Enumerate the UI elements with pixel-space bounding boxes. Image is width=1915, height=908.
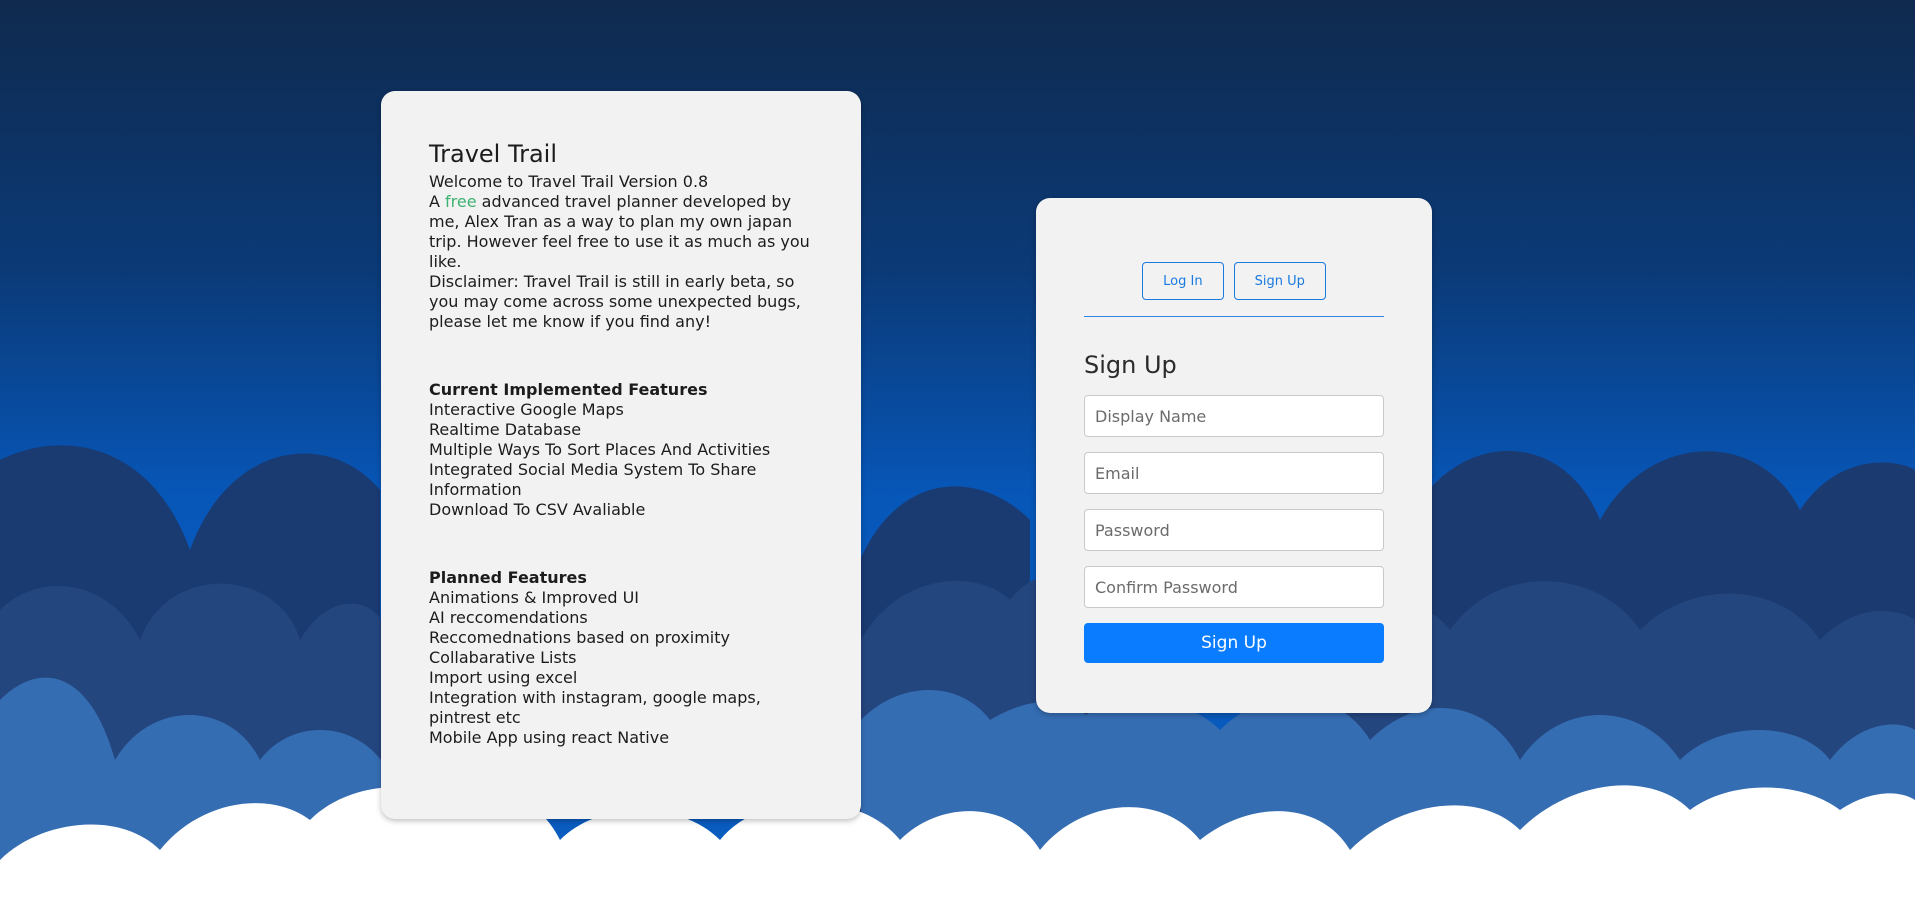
feature-item: Integrated Social Media System To Share … — [429, 460, 757, 499]
planned-features-heading: Planned Features — [429, 568, 587, 587]
info-panel: Travel Trail Welcome to Travel Trail Ver… — [381, 91, 861, 819]
app-title: Travel Trail — [429, 140, 558, 168]
confirm-password-field[interactable] — [1084, 566, 1384, 608]
planned-item: Collabarative Lists — [429, 648, 577, 667]
password-field[interactable] — [1084, 509, 1384, 551]
disclaimer-text: Disclaimer: Travel Trail is still in ear… — [429, 272, 801, 331]
description-prefix: A — [429, 192, 446, 211]
planned-item: Animations & Improved UI — [429, 588, 640, 607]
free-highlight: free — [445, 192, 477, 211]
planned-item: Mobile App using react Native — [429, 728, 670, 747]
auth-tabs: Log In Sign Up — [1084, 262, 1384, 300]
feature-item: Multiple Ways To Sort Places And Activit… — [429, 440, 771, 459]
feature-item: Interactive Google Maps — [429, 400, 624, 419]
auth-panel: Log In Sign Up Sign Up Sign Up — [1036, 198, 1432, 713]
description-rest: advanced travel planner developed by me,… — [429, 192, 810, 271]
description-text: A free advanced travel planner developed… — [429, 192, 813, 272]
welcome-text: Welcome to Travel Trail Version 0.8 — [429, 172, 709, 191]
feature-item: Download To CSV Avaliable — [429, 500, 646, 519]
form-title: Sign Up — [1084, 351, 1177, 379]
planned-item: Integration with instagram, google maps,… — [429, 688, 761, 727]
login-tab-button[interactable]: Log In — [1142, 262, 1224, 300]
email-field[interactable] — [1084, 452, 1384, 494]
tab-divider — [1084, 316, 1384, 317]
signup-tab-button[interactable]: Sign Up — [1233, 262, 1326, 300]
display-name-field[interactable] — [1084, 395, 1384, 437]
current-features-heading: Current Implemented Features — [429, 380, 708, 399]
cloud-background — [0, 445, 1915, 908]
feature-item: Realtime Database — [429, 420, 582, 439]
planned-item: Import using excel — [429, 668, 578, 687]
planned-item: Reccomednations based on proximity — [429, 628, 730, 647]
sign-up-button[interactable]: Sign Up — [1084, 623, 1384, 663]
planned-item: AI reccomendations — [429, 608, 588, 627]
